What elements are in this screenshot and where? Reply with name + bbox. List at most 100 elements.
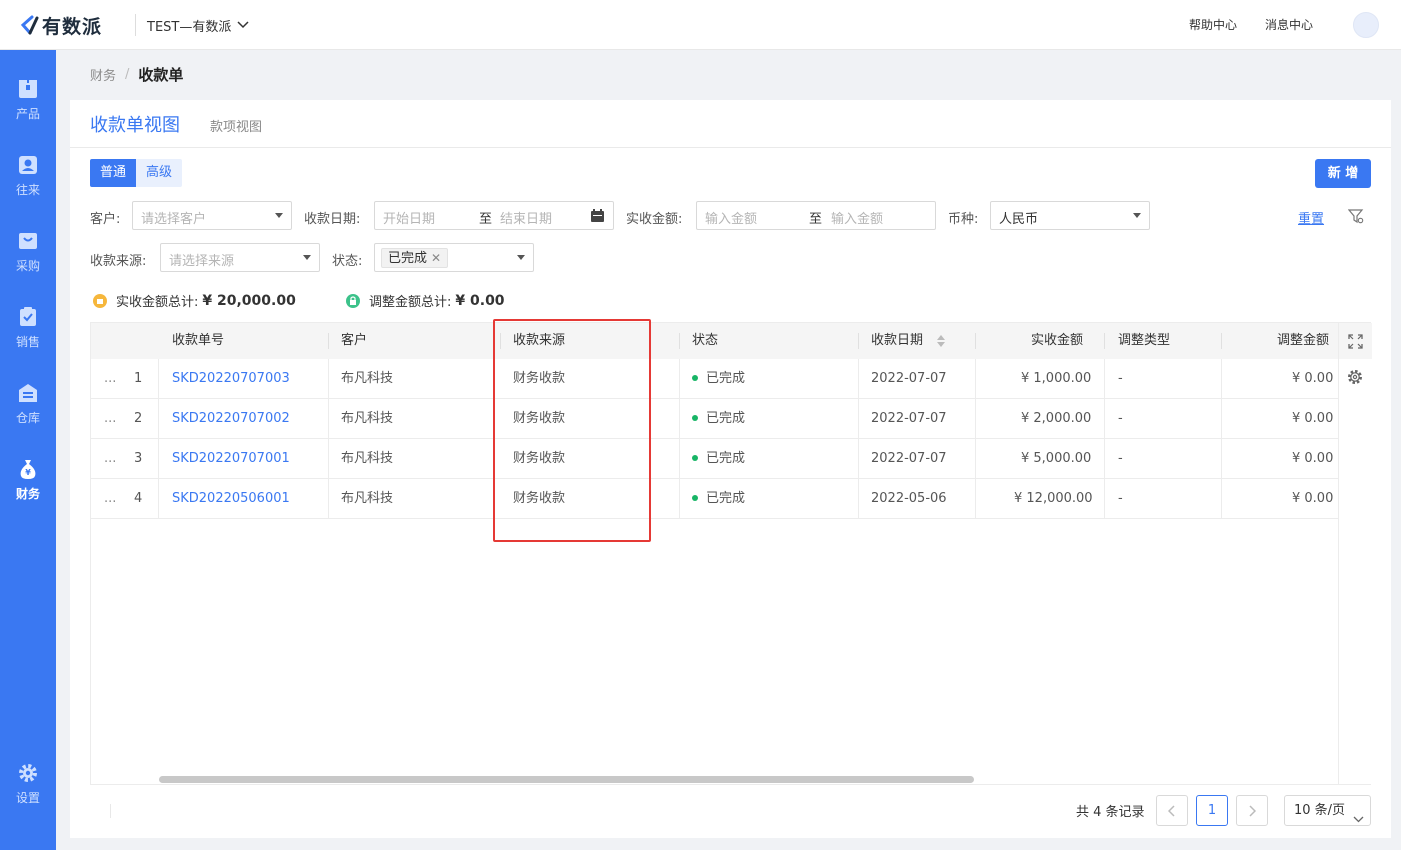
sidebar-item-label: 往来	[15, 183, 40, 197]
status-dot-icon	[692, 494, 698, 501]
org-switcher[interactable]: TEST—有数派	[147, 16, 249, 35]
adjust-amount-cell: ¥ 0.00	[1292, 491, 1334, 506]
reset-link[interactable]: 重置	[1298, 208, 1324, 227]
date-cell: 2022-07-07	[871, 411, 947, 426]
cell-divider	[975, 359, 976, 399]
adjust-total-label: 调整金额总计:	[369, 295, 452, 310]
adjust-type-cell: -	[1118, 451, 1123, 466]
main-card: 收款单视图 款项视图 普通 高级 新 增 客户: 请选择客户 收款日期: 开始日…	[70, 100, 1391, 838]
sidebar-item-product[interactable]: 产品	[0, 78, 56, 138]
status-text: 已完成	[706, 371, 746, 386]
message-center-link[interactable]: 消息中心	[1265, 16, 1313, 33]
amount-label: 实收金额:	[626, 212, 683, 227]
breadcrumb-parent[interactable]: 财务	[90, 65, 116, 84]
sidebar: 产品 往来 采购 销售 仓库 ¥ 财务 设置	[0, 50, 56, 850]
sidebar-item-warehouse[interactable]: 仓库	[0, 382, 56, 442]
date-start-input[interactable]: 开始日期	[383, 208, 435, 227]
add-button[interactable]: 新 增	[1315, 159, 1371, 188]
logo-mark-icon	[18, 14, 40, 36]
status-text: 已完成	[706, 491, 746, 506]
currency-select[interactable]: 人民币	[990, 201, 1150, 230]
receipt-no-link[interactable]: SKD20220707002	[172, 399, 290, 439]
filter-settings-icon[interactable]	[1347, 208, 1364, 228]
cell-divider	[975, 479, 976, 519]
prev-page-button[interactable]	[1156, 795, 1188, 826]
gear-icon	[17, 762, 39, 784]
mode-advanced-button[interactable]: 高级	[136, 159, 183, 187]
pagination-total: 共 4 条记录	[1076, 805, 1145, 820]
date-end-input[interactable]: 结束日期	[500, 208, 552, 227]
row-menu-icon[interactable]: ...	[104, 479, 116, 519]
fullscreen-icon[interactable]	[1348, 334, 1363, 353]
status-select[interactable]: 已完成 ✕	[374, 243, 534, 272]
amount-max-input[interactable]: 输入金额	[831, 208, 883, 227]
status-tag-label: 已完成	[388, 251, 428, 266]
tab-item-view[interactable]: 款项视图	[210, 116, 262, 135]
page-number-button[interactable]: 1	[1196, 795, 1228, 826]
sidebar-item-contacts[interactable]: 往来	[0, 154, 56, 214]
column-divider	[975, 333, 976, 349]
cell-divider	[158, 479, 159, 519]
table-row[interactable]: ... 2 SKD20220707002 布凡科技 财务收款 已完成 2022-…	[91, 399, 1338, 439]
contacts-icon	[17, 154, 39, 176]
chevron-down-icon	[237, 18, 249, 33]
avatar[interactable]	[1353, 12, 1379, 38]
cell-divider	[1104, 359, 1105, 399]
date-range-separator: 至	[479, 212, 493, 227]
receipt-no-link[interactable]: SKD20220707001	[172, 439, 290, 479]
col-date[interactable]: 收款日期	[871, 323, 923, 359]
next-page-button[interactable]	[1236, 795, 1268, 826]
amount-range-input: 输入金额 至 输入金额	[696, 201, 936, 230]
sidebar-item-sales[interactable]: 销售	[0, 306, 56, 366]
col-receipt-no: 收款单号	[172, 333, 225, 348]
cell-divider	[1104, 479, 1105, 519]
table-row[interactable]: ... 4 SKD20220506001 布凡科技 财务收款 已完成 2022-…	[91, 479, 1338, 519]
cell-divider	[679, 359, 680, 399]
adjust-amount-cell: ¥ 0.00	[1292, 411, 1334, 426]
caret-down-icon	[1133, 213, 1141, 218]
cell-divider	[328, 359, 329, 399]
source-select[interactable]: 请选择来源	[160, 243, 320, 272]
table-row[interactable]: ... 1 SKD20220707003 布凡科技 财务收款 已完成 2022-…	[91, 359, 1338, 399]
warehouse-icon	[17, 382, 39, 404]
status-dot-icon	[692, 374, 698, 381]
tag-close-icon[interactable]: ✕	[431, 251, 441, 265]
column-divider	[1104, 333, 1105, 349]
row-menu-icon[interactable]: ...	[104, 439, 116, 479]
receipt-no-link[interactable]: SKD20220707003	[172, 359, 290, 399]
sidebar-item-label: 采购	[15, 259, 40, 273]
column-divider	[679, 333, 680, 349]
cell-divider	[858, 399, 859, 439]
adjust-type-cell: -	[1118, 491, 1123, 506]
chevron-down-icon	[1353, 805, 1364, 834]
calendar-icon	[591, 209, 604, 226]
help-center-link[interactable]: 帮助中心	[1189, 16, 1237, 33]
sort-icon[interactable]	[937, 335, 945, 351]
col-amount: 实收金额	[1031, 333, 1084, 348]
mode-normal-button[interactable]: 普通	[90, 159, 137, 187]
product-box-icon	[17, 78, 39, 100]
sidebar-item-settings[interactable]: 设置	[0, 762, 56, 822]
col-adjust-amount: 调整金额	[1277, 333, 1330, 348]
date-range-picker[interactable]: 开始日期 至 结束日期	[374, 201, 614, 230]
horizontal-scrollbar[interactable]	[159, 776, 974, 783]
amount-min-input[interactable]: 输入金额	[705, 208, 757, 227]
cell-divider	[679, 479, 680, 519]
row-menu-icon[interactable]: ...	[104, 359, 116, 399]
svg-text:¥: ¥	[25, 468, 31, 477]
table-row[interactable]: ... 3 SKD20220707001 布凡科技 财务收款 已完成 2022-…	[91, 439, 1338, 479]
row-menu-icon[interactable]: ...	[104, 399, 116, 439]
tab-receipt-view[interactable]: 收款单视图	[90, 111, 180, 137]
sidebar-item-purchase[interactable]: 采购	[0, 230, 56, 290]
app-logo[interactable]: 有数派	[18, 12, 102, 38]
row-index: 2	[134, 411, 143, 426]
row-index: 3	[134, 451, 143, 466]
status-cell: 已完成	[692, 399, 745, 439]
customer-select[interactable]: 请选择客户	[132, 201, 292, 230]
receipt-no-link[interactable]: SKD20220506001	[172, 479, 290, 519]
received-total-label: 实收金额总计:	[116, 295, 199, 310]
customer-cell: 布凡科技	[341, 411, 394, 426]
gear-icon[interactable]	[1347, 369, 1363, 389]
page-size-select[interactable]: 10 条/页	[1284, 795, 1371, 826]
sidebar-item-finance[interactable]: ¥ 财务	[0, 458, 56, 518]
